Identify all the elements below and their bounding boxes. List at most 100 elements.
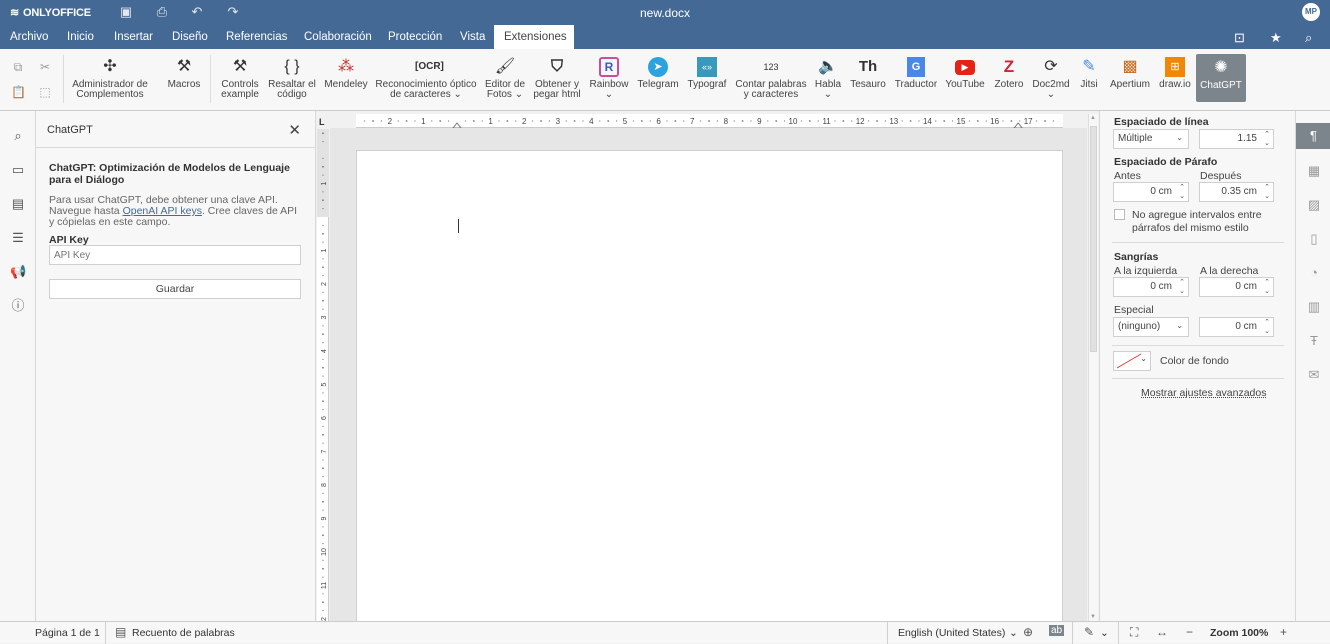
spinner-icon[interactable]: ⌃ ⌄	[1179, 183, 1185, 201]
line-spacing-type-select[interactable]: Múltiple ⌄	[1113, 129, 1189, 149]
search-icon[interactable]: ⌕	[10, 128, 26, 144]
chat-icon[interactable]: ▤	[10, 196, 26, 212]
spellcheck-icon[interactable]: ab	[1049, 625, 1065, 636]
header-footer-icon[interactable]: ▯	[1306, 231, 1322, 247]
after-spacing-input[interactable]: 0.35 cm ⌃ ⌄	[1199, 182, 1274, 202]
navigation-icon[interactable]: ☰	[10, 230, 26, 246]
plugin-manager-button[interactable]: ✣ Administrador de Complementos	[71, 53, 149, 100]
menu-extensiones[interactable]: Extensiones	[494, 25, 574, 49]
drawio-button[interactable]: ⊞ draw.io	[1157, 53, 1193, 90]
select-value: (ninguno)	[1118, 321, 1161, 332]
language-selector[interactable]: English (United States)	[898, 627, 1005, 639]
mendeley-button[interactable]: ⁂ Mendeley	[323, 53, 369, 90]
select-all-icon[interactable]: ⬚	[38, 85, 52, 99]
before-spacing-input[interactable]: 0 cm ⌃ ⌄	[1113, 182, 1189, 202]
ruler-tick	[322, 342, 324, 344]
ocr-button[interactable]: [OCR] Reconocimiento óptico de caractere…	[375, 53, 477, 100]
text-art-icon[interactable]: Ŧ	[1306, 333, 1322, 349]
paste-icon[interactable]: 📋	[11, 85, 26, 99]
zoom-out-icon[interactable]: −	[1186, 625, 1193, 639]
save-button[interactable]: Guardar	[49, 279, 301, 299]
scroll-up-icon[interactable]: ▲	[1090, 115, 1096, 121]
api-key-input[interactable]	[49, 245, 301, 265]
fit-page-icon[interactable]: ⛶	[1130, 625, 1138, 640]
vertical-ruler[interactable]: 1 1 2 3 4 5 6 7 8 9 10 11 2	[317, 129, 329, 621]
ruler-marker-left[interactable]	[452, 122, 462, 128]
speech-button[interactable]: 🔈 Habla ⌄	[812, 53, 844, 100]
menu-proteccion[interactable]: Protección	[388, 25, 442, 49]
vertical-scrollbar[interactable]: ▲ ▼	[1088, 114, 1098, 621]
menu-colaboracion[interactable]: Colaboración	[304, 25, 372, 49]
special-indent-select[interactable]: (ninguno) ⌄	[1113, 317, 1189, 337]
horizontal-ruler[interactable]: 2 1 1 2 3 4 5 6 7 8 9 10 11 12 13 14 15 16 17	[356, 114, 1063, 128]
macros-button[interactable]: ⚒ Macros	[165, 53, 203, 90]
chart-settings-icon[interactable]: ▥	[1306, 299, 1322, 315]
apertium-button[interactable]: ▩ Apertium	[1107, 53, 1153, 90]
menu-insertar[interactable]: Insertar	[114, 25, 153, 49]
spinner-icon[interactable]: ⌃ ⌄	[1264, 278, 1270, 296]
background-color-picker[interactable]: ⌄	[1113, 351, 1151, 371]
user-avatar[interactable]: MP	[1302, 3, 1320, 21]
comments-icon[interactable]: ▭	[10, 162, 26, 178]
menu-inicio[interactable]: Inicio	[67, 25, 94, 49]
cut-icon[interactable]: ✂	[38, 60, 52, 74]
telegram-button[interactable]: ➤ Telegram	[636, 53, 680, 90]
youtube-button[interactable]: ▶ YouTube	[944, 53, 986, 90]
shape-settings-icon[interactable]: ◔	[1306, 265, 1322, 281]
paragraph-settings-icon[interactable]: ¶	[1296, 123, 1330, 149]
chatgpt-button[interactable]: ✺ ChatGPT	[1196, 54, 1246, 102]
highlight-code-button[interactable]: { } Resaltar el código	[266, 53, 318, 100]
mail-merge-icon[interactable]: ✉	[1306, 367, 1322, 383]
line-spacing-value-input[interactable]: 1.15 ⌃ ⌄	[1199, 129, 1274, 149]
no-interval-checkbox[interactable]	[1114, 209, 1125, 220]
favorite-star-icon[interactable]: ★	[1270, 30, 1282, 46]
scroll-down-icon[interactable]: ▼	[1090, 614, 1096, 620]
tab-stop-selector[interactable]: L	[319, 117, 325, 127]
scroll-thumb[interactable]	[1090, 126, 1097, 352]
copy-icon[interactable]: ⧉	[11, 60, 25, 74]
jitsi-button[interactable]: ✎ Jitsi	[1077, 53, 1101, 90]
table-settings-icon[interactable]: ▦	[1306, 163, 1322, 179]
ruler-tick	[540, 120, 542, 122]
open-location-icon[interactable]: ⊡	[1234, 30, 1245, 46]
spinner-icon[interactable]: ⌃ ⌄	[1264, 130, 1270, 148]
word-count-button[interactable]: Recuento de palabras	[132, 627, 235, 639]
controls-example-button[interactable]: ⚒ Controls example	[218, 53, 262, 100]
zoom-level[interactable]: Zoom 100%	[1210, 627, 1268, 639]
zotero-button[interactable]: Z Zotero	[992, 53, 1026, 90]
close-icon[interactable]: ✕	[288, 121, 301, 139]
menu-archivo[interactable]: Archivo	[10, 25, 48, 49]
indent-left-input[interactable]: 0 cm ⌃ ⌄	[1113, 277, 1189, 297]
spinner-icon[interactable]: ⌃ ⌄	[1264, 183, 1270, 201]
photo-editor-button[interactable]: 🖌 Editor de Fotos ⌄	[483, 53, 527, 100]
document-page[interactable]	[356, 150, 1063, 625]
ruler-marker-right[interactable]	[1013, 122, 1023, 128]
ruler-label: 6	[321, 416, 328, 420]
translator-button[interactable]: G Traductor	[893, 53, 939, 90]
word-count-icon[interactable]: ▤	[115, 625, 126, 639]
thesaurus-button[interactable]: Th Tesauro	[849, 53, 887, 90]
zoom-in-icon[interactable]: +	[1280, 625, 1287, 639]
about-info-icon[interactable]: ⓘ	[10, 298, 26, 314]
spinner-icon[interactable]: ⌃ ⌄	[1179, 278, 1185, 296]
typograf-button[interactable]: «» Typograf	[686, 53, 728, 90]
advanced-settings-link[interactable]: Mostrar ajustes avanzados	[1141, 387, 1266, 399]
menu-vista[interactable]: Vista	[460, 25, 485, 49]
page-indicator[interactable]: Página 1 de 1	[35, 627, 100, 639]
search-icon[interactable]: ⌕	[1305, 30, 1312, 46]
track-changes-icon[interactable]: ✎	[1084, 625, 1094, 639]
spinner-icon[interactable]: ⌃ ⌄	[1264, 318, 1270, 336]
doc2md-button[interactable]: ⟳ Doc2md ⌄	[1031, 53, 1071, 100]
fit-width-icon[interactable]: ↔	[1156, 625, 1168, 639]
indent-right-input[interactable]: 0 cm ⌃ ⌄	[1199, 277, 1274, 297]
plugin-label: YouTube	[945, 79, 985, 90]
menu-diseno[interactable]: Diseño	[172, 25, 208, 49]
globe-icon[interactable]: ⊕	[1023, 625, 1033, 639]
rainbow-button[interactable]: R Rainbow ⌄	[588, 53, 630, 100]
image-settings-icon[interactable]: ▨	[1306, 197, 1322, 213]
feedback-icon[interactable]: 📢	[10, 264, 26, 280]
get-paste-html-button[interactable]: ⛉ Obtener y pegar html	[532, 53, 582, 100]
special-indent-input[interactable]: 0 cm ⌃ ⌄	[1199, 317, 1274, 337]
menu-referencias[interactable]: Referencias	[226, 25, 287, 49]
word-count-button[interactable]: 123 Contar palabras y caracteres	[734, 53, 808, 100]
